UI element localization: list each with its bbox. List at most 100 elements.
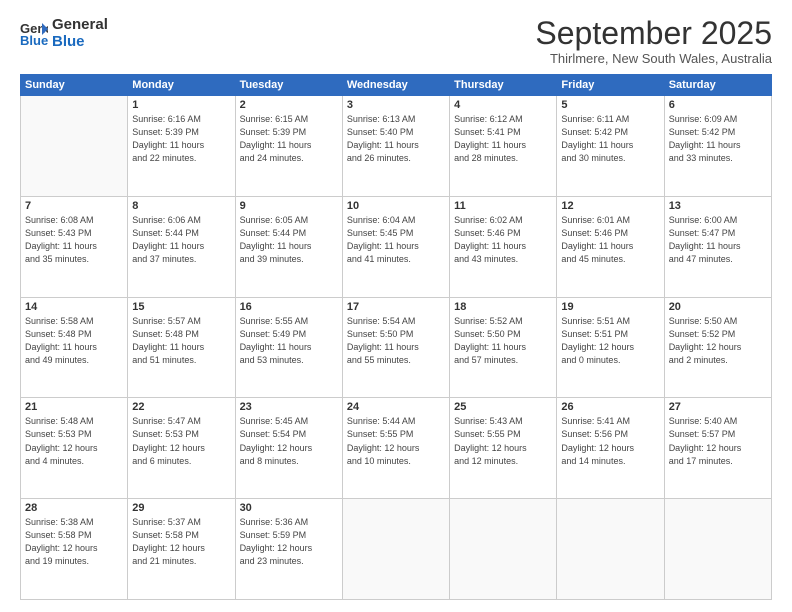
- day-info: Sunrise: 5:41 AM Sunset: 5:56 PM Dayligh…: [561, 415, 659, 467]
- day-info: Sunrise: 5:36 AM Sunset: 5:59 PM Dayligh…: [240, 516, 338, 568]
- day-number: 30: [240, 502, 338, 514]
- calendar-cell: 26 Sunrise: 5:41 AM Sunset: 5:56 PM Dayli…: [557, 398, 664, 499]
- day-number: 21: [25, 401, 123, 413]
- header: General Blue General Blue September 2025…: [20, 16, 772, 66]
- day-number: 26: [561, 401, 659, 413]
- calendar-cell: 4Sunrise: 6:12 AM Sunset: 5:41 PM Daylig…: [450, 96, 557, 197]
- calendar-cell: [450, 499, 557, 600]
- day-number: 25: [454, 401, 552, 413]
- calendar-cell: 24Sunrise: 5:44 AM Sunset: 5:55 PM Dayli…: [342, 398, 449, 499]
- day-info: Sunrise: 6:05 AM Sunset: 5:44 PM Dayligh…: [240, 214, 338, 266]
- calendar-cell: 29 Sunrise: 5:37 AM Sunset: 5:58 PM Dayli…: [128, 499, 235, 600]
- logo-blue: Blue: [52, 33, 108, 50]
- day-info: Sunrise: 6:11 AM Sunset: 5:42 PM Dayligh…: [561, 113, 659, 165]
- day-number: 28: [25, 502, 123, 514]
- day-number: 16: [240, 301, 338, 313]
- weekday-header-saturday: Saturday: [664, 75, 771, 96]
- weekday-header-row: SundayMondayTuesdayWednesdayThursdayFrid…: [21, 75, 772, 96]
- calendar-cell: 14 Sunrise: 5:58 AM Sunset: 5:48 PM Dayli…: [21, 297, 128, 398]
- calendar-cell: 13 Sunrise: 6:00 AM Sunset: 5:47 PM Dayli…: [664, 196, 771, 297]
- calendar-cell: 30 Sunrise: 5:36 AM Sunset: 5:59 PM Dayli…: [235, 499, 342, 600]
- day-info: Sunrise: 5:38 AM Sunset: 5:58 PM Dayligh…: [25, 516, 123, 568]
- day-info: Sunrise: 6:02 AM Sunset: 5:46 PM Dayligh…: [454, 214, 552, 266]
- calendar-cell: 6Sunrise: 6:09 AM Sunset: 5:42 PM Daylig…: [664, 96, 771, 197]
- day-number: 22: [132, 401, 230, 413]
- day-info: Sunrise: 5:45 AM Sunset: 5:54 PM Dayligh…: [240, 415, 338, 467]
- calendar-cell: 11Sunrise: 6:02 AM Sunset: 5:46 PM Dayli…: [450, 196, 557, 297]
- day-number: 23: [240, 401, 338, 413]
- day-info: Sunrise: 5:47 AM Sunset: 5:53 PM Dayligh…: [132, 415, 230, 467]
- location: Thirlmere, New South Wales, Australia: [535, 51, 772, 66]
- calendar-cell: 10 Sunrise: 6:04 AM Sunset: 5:45 PM Dayli…: [342, 196, 449, 297]
- logo-general: General: [52, 16, 108, 33]
- day-info: Sunrise: 6:12 AM Sunset: 5:41 PM Dayligh…: [454, 113, 552, 165]
- day-number: 20: [669, 301, 767, 313]
- day-info: Sunrise: 6:06 AM Sunset: 5:44 PM Dayligh…: [132, 214, 230, 266]
- day-number: 17: [347, 301, 445, 313]
- day-number: 13: [669, 200, 767, 212]
- day-info: Sunrise: 6:04 AM Sunset: 5:45 PM Dayligh…: [347, 214, 445, 266]
- svg-text:Blue: Blue: [20, 33, 48, 47]
- calendar-cell: [557, 499, 664, 600]
- calendar-cell: 27 Sunrise: 5:40 AM Sunset: 5:57 PM Dayli…: [664, 398, 771, 499]
- calendar-cell: 23 Sunrise: 5:45 AM Sunset: 5:54 PM Dayli…: [235, 398, 342, 499]
- day-info: Sunrise: 5:58 AM Sunset: 5:48 PM Dayligh…: [25, 315, 123, 367]
- calendar: SundayMondayTuesdayWednesdayThursdayFrid…: [20, 74, 772, 600]
- day-info: Sunrise: 5:55 AM Sunset: 5:49 PM Dayligh…: [240, 315, 338, 367]
- calendar-cell: 1 Sunrise: 6:16 AM Sunset: 5:39 PM Daylig…: [128, 96, 235, 197]
- page: General Blue General Blue September 2025…: [0, 0, 792, 612]
- day-number: 9: [240, 200, 338, 212]
- calendar-cell: 8Sunrise: 6:06 AM Sunset: 5:44 PM Daylig…: [128, 196, 235, 297]
- calendar-cell: 16 Sunrise: 5:55 AM Sunset: 5:49 PM Dayli…: [235, 297, 342, 398]
- day-info: Sunrise: 6:16 AM Sunset: 5:39 PM Dayligh…: [132, 113, 230, 165]
- title-block: September 2025 Thirlmere, New South Wale…: [535, 16, 772, 66]
- day-info: Sunrise: 6:08 AM Sunset: 5:43 PM Dayligh…: [25, 214, 123, 266]
- calendar-cell: 20 Sunrise: 5:50 AM Sunset: 5:52 PM Dayli…: [664, 297, 771, 398]
- month-title: September 2025: [535, 16, 772, 51]
- day-info: Sunrise: 5:37 AM Sunset: 5:58 PM Dayligh…: [132, 516, 230, 568]
- day-info: Sunrise: 5:51 AM Sunset: 5:51 PM Dayligh…: [561, 315, 659, 367]
- calendar-cell: [21, 96, 128, 197]
- calendar-cell: 2Sunrise: 6:15 AM Sunset: 5:39 PM Daylig…: [235, 96, 342, 197]
- calendar-cell: [342, 499, 449, 600]
- calendar-cell: 22 Sunrise: 5:47 AM Sunset: 5:53 PM Dayli…: [128, 398, 235, 499]
- calendar-cell: [664, 499, 771, 600]
- weekday-header-friday: Friday: [557, 75, 664, 96]
- calendar-cell: 12Sunrise: 6:01 AM Sunset: 5:46 PM Dayli…: [557, 196, 664, 297]
- day-info: Sunrise: 5:50 AM Sunset: 5:52 PM Dayligh…: [669, 315, 767, 367]
- day-number: 10: [347, 200, 445, 212]
- day-info: Sunrise: 5:40 AM Sunset: 5:57 PM Dayligh…: [669, 415, 767, 467]
- logo-icon: General Blue: [20, 19, 48, 47]
- day-number: 14: [25, 301, 123, 313]
- calendar-cell: 5 Sunrise: 6:11 AM Sunset: 5:42 PM Daylig…: [557, 96, 664, 197]
- day-info: Sunrise: 5:44 AM Sunset: 5:55 PM Dayligh…: [347, 415, 445, 467]
- week-row-3: 14 Sunrise: 5:58 AM Sunset: 5:48 PM Dayli…: [21, 297, 772, 398]
- day-number: 18: [454, 301, 552, 313]
- weekday-header-sunday: Sunday: [21, 75, 128, 96]
- day-number: 27: [669, 401, 767, 413]
- day-number: 1: [132, 99, 230, 111]
- week-row-1: 1 Sunrise: 6:16 AM Sunset: 5:39 PM Daylig…: [21, 96, 772, 197]
- day-info: Sunrise: 6:00 AM Sunset: 5:47 PM Dayligh…: [669, 214, 767, 266]
- day-number: 7: [25, 200, 123, 212]
- day-number: 19: [561, 301, 659, 313]
- weekday-header-thursday: Thursday: [450, 75, 557, 96]
- day-info: Sunrise: 5:43 AM Sunset: 5:55 PM Dayligh…: [454, 415, 552, 467]
- week-row-4: 21 Sunrise: 5:48 AM Sunset: 5:53 PM Dayli…: [21, 398, 772, 499]
- weekday-header-wednesday: Wednesday: [342, 75, 449, 96]
- day-number: 29: [132, 502, 230, 514]
- day-info: Sunrise: 6:15 AM Sunset: 5:39 PM Dayligh…: [240, 113, 338, 165]
- calendar-cell: 21 Sunrise: 5:48 AM Sunset: 5:53 PM Dayli…: [21, 398, 128, 499]
- logo: General Blue General Blue: [20, 16, 108, 51]
- calendar-cell: 19 Sunrise: 5:51 AM Sunset: 5:51 PM Dayli…: [557, 297, 664, 398]
- calendar-cell: 18Sunrise: 5:52 AM Sunset: 5:50 PM Dayli…: [450, 297, 557, 398]
- day-info: Sunrise: 5:54 AM Sunset: 5:50 PM Dayligh…: [347, 315, 445, 367]
- day-number: 5: [561, 99, 659, 111]
- calendar-cell: 17 Sunrise: 5:54 AM Sunset: 5:50 PM Dayli…: [342, 297, 449, 398]
- day-number: 15: [132, 301, 230, 313]
- calendar-cell: 15 Sunrise: 5:57 AM Sunset: 5:48 PM Dayli…: [128, 297, 235, 398]
- calendar-cell: 28 Sunrise: 5:38 AM Sunset: 5:58 PM Dayli…: [21, 499, 128, 600]
- day-info: Sunrise: 5:57 AM Sunset: 5:48 PM Dayligh…: [132, 315, 230, 367]
- day-info: Sunrise: 6:01 AM Sunset: 5:46 PM Dayligh…: [561, 214, 659, 266]
- day-info: Sunrise: 5:48 AM Sunset: 5:53 PM Dayligh…: [25, 415, 123, 467]
